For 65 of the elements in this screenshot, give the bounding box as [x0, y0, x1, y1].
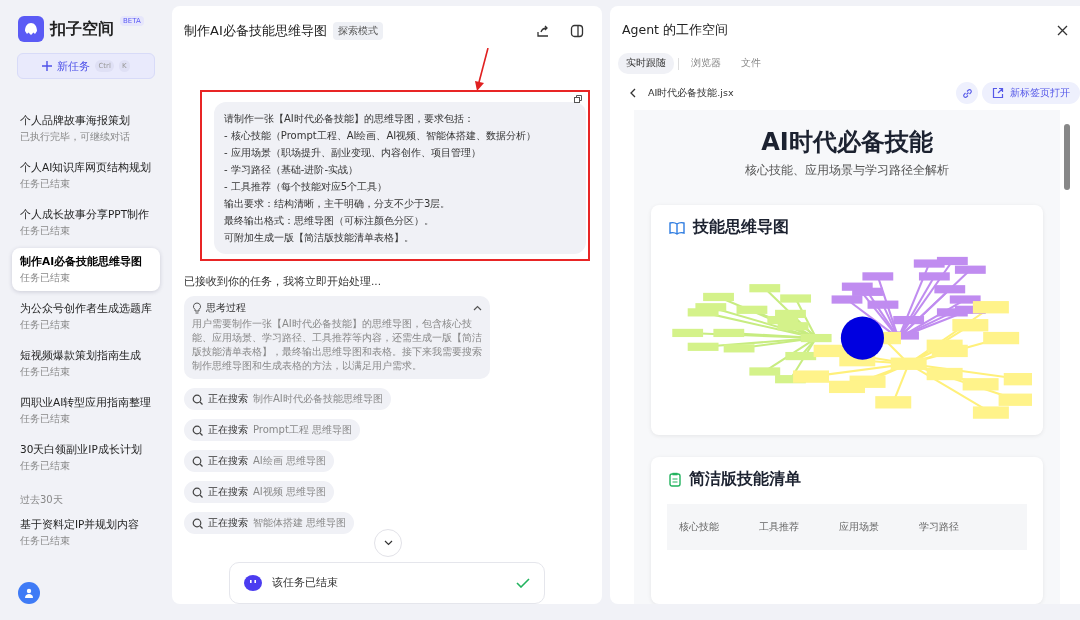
task-item[interactable]: 30天白领副业IP成长计划 任务已结束 [12, 436, 160, 479]
column-header: 应用场景 [839, 520, 879, 534]
chat-title: 制作AI必备技能思维导图 [184, 22, 327, 40]
copy-icon[interactable] [574, 95, 582, 103]
external-link-icon [992, 87, 1004, 99]
column-header: 学习路径 [919, 520, 959, 534]
task-item[interactable]: 四职业AI转型应用指南整理 任务已结束 [12, 389, 160, 432]
search-query: 智能体搭建 思维导图 [253, 516, 347, 530]
assistant-reply: 已接收到你的任务，我将立即开始处理... [184, 275, 381, 289]
panel-toggle-icon[interactable] [570, 24, 584, 38]
chevron-icon[interactable] [473, 305, 482, 311]
user-avatar[interactable] [18, 582, 40, 604]
thinking-title: 思考过程 [206, 301, 246, 315]
mode-badge: 探索模式 [332, 22, 383, 40]
task-item[interactable]: 个人AI知识库网页结构规划 任务已结束 [12, 154, 160, 197]
search-label: 正在搜索 [208, 485, 248, 499]
workspace-tab[interactable]: 浏览器 [683, 53, 729, 74]
plus-icon [42, 61, 53, 71]
search-icon [192, 393, 203, 405]
user-message: 请制作一张【AI时代必备技能】的思维导图，要求包括： - 核心技能（Prompt工程、AI绘画、AI视频、智能体搭建、数据分析） - 应用场景（职场提升、副业变现、内容创作、项目管理） - 学习路径（基础-进阶-实战） - 工具推荐（每个技能对应5个工具） 输出要求：结构清晰，主干明确，分支不少于3层。 最终输出格式：思维导图（可标注颜色分区）。 可附加生成一版【简洁版技能清单表格】。 [214, 102, 586, 254]
task-item[interactable]: 制作AI必备技能思维导图 任务已结束 [12, 248, 160, 291]
logo-icon [18, 16, 44, 42]
search-query: AI绘画 思维导图 [253, 454, 326, 468]
search-icon [192, 455, 203, 467]
lightbulb-icon [192, 302, 202, 314]
app-name: 扣子空间 [50, 18, 114, 40]
open-in-new-tab-button[interactable]: 新标签页打开 [982, 82, 1080, 104]
search-label: 正在搜索 [208, 454, 248, 468]
search-label: 正在搜索 [208, 516, 248, 530]
workspace-title: Agent 的工作空间 [622, 22, 728, 39]
task-item[interactable]: 短视频爆款策划指南生成 任务已结束 [12, 342, 160, 385]
new-task-label: 新任务 [57, 58, 91, 74]
clipboard-icon [669, 472, 681, 487]
workspace-tab[interactable]: 文件 [733, 53, 769, 74]
card-title: 技能思维导图 [693, 217, 789, 238]
search-label: 正在搜索 [208, 392, 248, 406]
search-query: AI视频 思维导图 [253, 485, 326, 499]
task-item[interactable]: 个人品牌故事海报策划 已执行完毕，可继续对话 [12, 107, 160, 150]
file-name: AI时代必备技能.jsx [648, 86, 734, 100]
search-icon [192, 424, 203, 436]
back-icon[interactable] [630, 88, 636, 98]
search-query: 制作AI时代必备技能思维导图 [253, 392, 383, 406]
card-title: 简洁版技能清单 [689, 469, 801, 490]
task-item[interactable]: 基于资料定IP并规划内容 任务已结束 [12, 511, 160, 554]
search-icon [192, 517, 203, 529]
chevron-down-icon [383, 540, 393, 546]
column-header: 工具推荐 [759, 520, 799, 534]
workspace-tab[interactable]: 实时跟随 [618, 53, 674, 74]
task-item[interactable]: 个人成长故事分享PPT制作 任务已结束 [12, 201, 160, 244]
search-label: 正在搜索 [208, 423, 248, 437]
preview-subtitle: 核心技能、应用场景与学习路径全解析 [745, 162, 949, 179]
bot-icon [244, 575, 262, 591]
share-icon[interactable] [536, 24, 550, 38]
search-icon [192, 486, 203, 498]
search-query: Prompt工程 思维导图 [253, 423, 353, 437]
close-icon[interactable] [1057, 25, 1068, 36]
book-icon [669, 220, 685, 235]
thinking-text: 用户需要制作一张【AI时代必备技能】的思维导图，包含核心技能、应用场景、学习路径、工具推荐等内容，还需生成一版【简洁版技能清单表格】，最终输出思维导图和表格。接下来我需要搜索制作思维导图和生成表格的方法，以满足用户需求。 [192, 317, 482, 373]
link-icon [961, 87, 973, 99]
task-item[interactable]: 为公众号创作者生成选题库 任务已结束 [12, 295, 160, 338]
preview-title: AI时代必备技能 [761, 127, 933, 158]
group-heading: 过去30天 [19, 493, 64, 507]
column-header: 核心技能 [679, 520, 719, 534]
link-button[interactable] [956, 82, 978, 104]
status-text: 该任务已结束 [272, 576, 338, 590]
